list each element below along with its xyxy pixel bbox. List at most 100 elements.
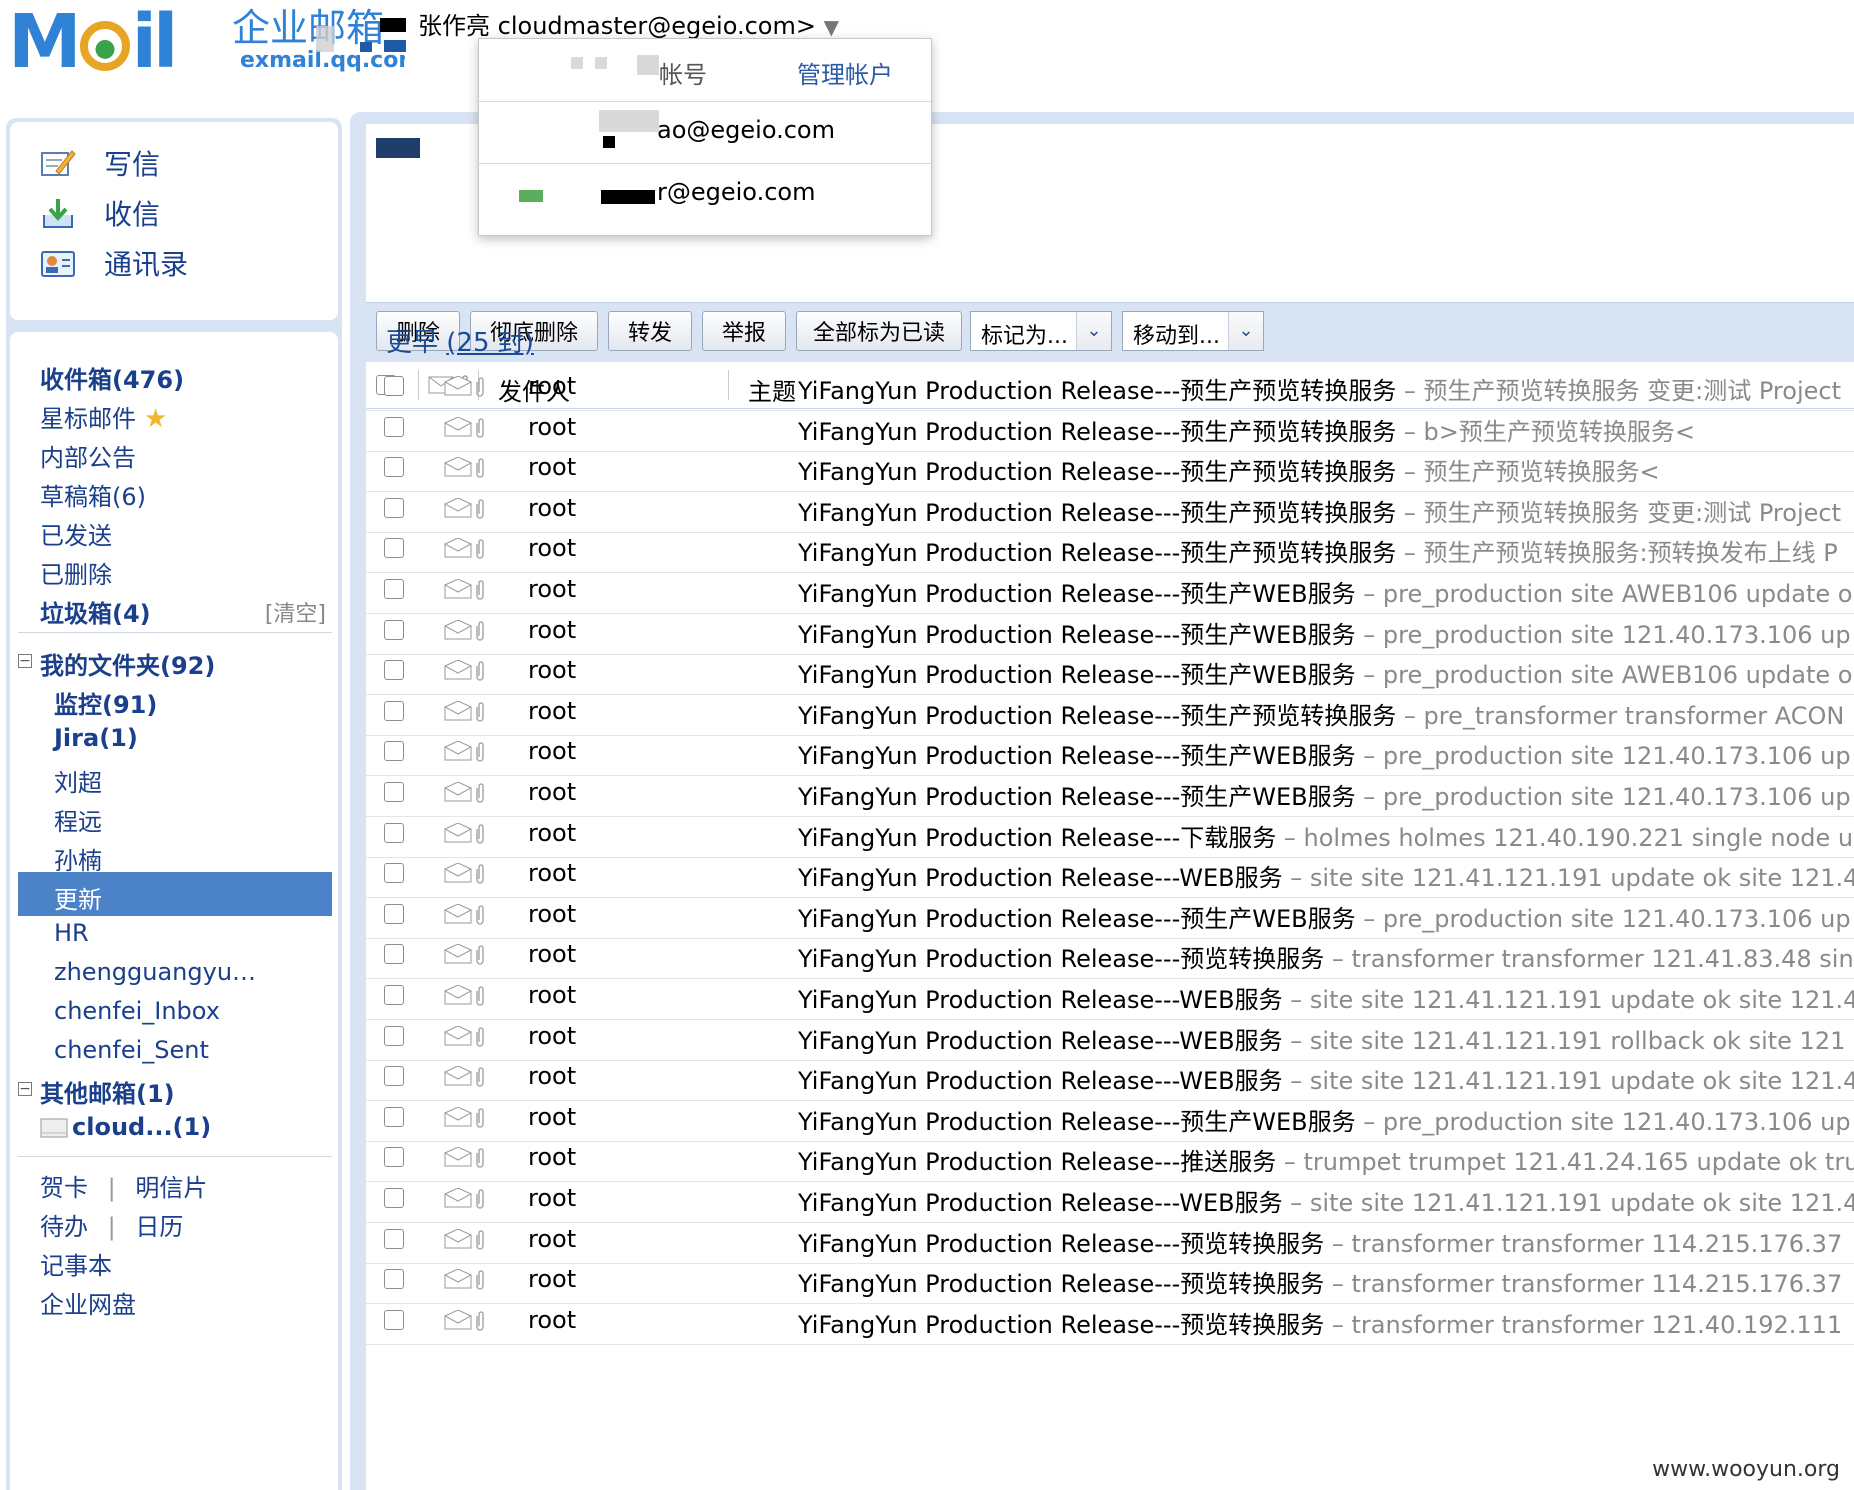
folder-my-folders[interactable]: 我的文件夹(92) bbox=[40, 646, 215, 681]
row-checkbox[interactable] bbox=[384, 700, 404, 721]
collapse-my-folders-toggle[interactable]: − bbox=[18, 654, 32, 668]
row-checkbox[interactable] bbox=[384, 497, 404, 518]
row-subject[interactable]: YiFangYun Production Release---推送服务 – tr… bbox=[798, 1142, 1854, 1177]
report-spam-button[interactable]: 举报 bbox=[702, 311, 786, 351]
mark-all-read-button[interactable]: 全部标为已读 bbox=[796, 311, 962, 351]
row-subject[interactable]: YiFangYun Production Release---预览转换服务 – … bbox=[798, 1264, 1842, 1299]
row-subject[interactable]: YiFangYun Production Release---WEB服务 – s… bbox=[798, 980, 1854, 1015]
row-checkbox[interactable] bbox=[384, 782, 404, 802]
folder-cloud-mailbox[interactable]: cloud...(1) bbox=[40, 1113, 211, 1141]
row-subject[interactable]: YiFangYun Production Release---WEB服务 – s… bbox=[798, 858, 1854, 893]
move-to-select[interactable]: 移动到... ⌄ bbox=[1122, 311, 1264, 351]
row-subject[interactable]: YiFangYun Production Release---预生产WEB服务 … bbox=[798, 736, 1851, 771]
folder-spam[interactable]: 垃圾箱(4) bbox=[40, 594, 151, 629]
postcard-link[interactable]: 明信片 bbox=[135, 1174, 207, 1202]
account-row-2[interactable]: ao@egeio.com bbox=[479, 101, 931, 162]
folder-liuchao[interactable]: 刘超 bbox=[54, 763, 102, 798]
row-checkbox[interactable] bbox=[384, 1106, 404, 1127]
greeting-card-link[interactable]: 贺卡 bbox=[40, 1174, 88, 1202]
row-subject[interactable]: YiFangYun Production Release---WEB服务 – s… bbox=[798, 1061, 1854, 1096]
mark-as-select[interactable]: 标记为... ⌄ bbox=[970, 311, 1112, 351]
folder-jira[interactable]: Jira(1) bbox=[54, 724, 138, 752]
account-row-current[interactable]: 帐号 管理帐户 bbox=[479, 39, 931, 99]
row-subject-text: YiFangYun Production Release---预生产WEB服务 bbox=[798, 742, 1356, 771]
forward-button[interactable]: 转发 bbox=[608, 311, 692, 351]
folder-zhengguangyu[interactable]: zhengguangyu… bbox=[54, 958, 256, 986]
notes-link[interactable]: 记事本 bbox=[40, 1246, 112, 1281]
row-checkbox[interactable] bbox=[384, 1066, 404, 1087]
row-subject[interactable]: YiFangYun Production Release---预生产预览转换服务… bbox=[798, 533, 1838, 568]
todo-link[interactable]: 待办 bbox=[40, 1213, 88, 1241]
folder-starred[interactable]: 星标邮件 ★ bbox=[40, 399, 167, 434]
account-label: 帐号 bbox=[659, 61, 707, 89]
manage-account-link[interactable]: 管理帐户 bbox=[797, 55, 893, 90]
row-subject[interactable]: YiFangYun Production Release---下载服务 – ho… bbox=[798, 818, 1853, 853]
row-subject[interactable]: YiFangYun Production Release---预生产预览转换服务… bbox=[798, 412, 1695, 447]
row-checkbox[interactable] bbox=[384, 903, 404, 924]
folder-drafts[interactable]: 草稿箱(6) bbox=[40, 477, 146, 512]
clear-spam-link[interactable]: [清空] bbox=[265, 596, 326, 628]
row-subject[interactable]: YiFangYun Production Release---预生产预览转换服务… bbox=[798, 696, 1844, 731]
group-count-link[interactable]: (25 封) bbox=[446, 328, 534, 358]
row-checkbox[interactable] bbox=[384, 457, 404, 478]
folder-deleted[interactable]: 已删除 bbox=[40, 555, 112, 590]
row-subject-text: YiFangYun Production Release---预生产预览转换服务 bbox=[798, 377, 1397, 405]
table-row[interactable]: root YiFangYun Production Release---预览转换服… bbox=[366, 1296, 1854, 1345]
exmail-logo[interactable]: Mil 企业邮箱 exmail.qq.com bbox=[8, 2, 405, 82]
folder-notice[interactable]: 内部公告 bbox=[40, 438, 136, 473]
row-subject[interactable]: YiFangYun Production Release---预生产预览转换服务… bbox=[798, 493, 1841, 528]
account-row-3[interactable]: r@egeio.com bbox=[479, 163, 931, 224]
row-checkbox[interactable] bbox=[384, 1025, 404, 1046]
group-label: 更早 bbox=[386, 328, 439, 358]
folder-sunnan[interactable]: 孙楠 bbox=[54, 841, 102, 876]
row-checkbox[interactable] bbox=[384, 416, 404, 437]
row-checkbox[interactable] bbox=[384, 741, 404, 762]
contacts-button[interactable]: 通讯录 bbox=[40, 238, 188, 288]
row-subject[interactable]: YiFangYun Production Release---预生产预览转换服务… bbox=[798, 371, 1841, 406]
dropdown-arrow-icon[interactable]: ▼ bbox=[824, 15, 839, 39]
row-subject[interactable]: YiFangYun Production Release---WEB服务 – s… bbox=[798, 1183, 1854, 1218]
row-subject[interactable]: YiFangYun Production Release---WEB服务 – s… bbox=[798, 1021, 1845, 1056]
folder-chengyuan[interactable]: 程远 bbox=[54, 802, 102, 837]
row-subject[interactable]: YiFangYun Production Release---预览转换服务 – … bbox=[798, 1305, 1842, 1340]
row-checkbox[interactable] bbox=[384, 579, 404, 599]
user-account-switcher[interactable]: 张作亮 cloudmaster@egeio.com> ▼ bbox=[418, 6, 839, 41]
row-checkbox[interactable] bbox=[384, 619, 404, 640]
folder-hr[interactable]: HR bbox=[54, 919, 89, 947]
collapse-other-mailbox-toggle[interactable]: − bbox=[18, 1082, 32, 1096]
folder-chenfei-inbox[interactable]: chenfei_Inbox bbox=[54, 997, 220, 1025]
row-sender: root bbox=[528, 372, 577, 400]
folder-gengxin-selected[interactable]: 更新 bbox=[18, 872, 332, 916]
compose-button[interactable]: 写信 bbox=[40, 138, 160, 188]
row-checkbox[interactable] bbox=[384, 944, 404, 965]
row-subject[interactable]: YiFangYun Production Release---预览转换服务 – … bbox=[798, 939, 1854, 974]
row-checkbox[interactable] bbox=[384, 1309, 404, 1330]
row-subject[interactable]: YiFangYun Production Release---预生产WEB服务 … bbox=[798, 615, 1851, 650]
row-sender: root bbox=[528, 859, 577, 888]
row-checkbox[interactable] bbox=[384, 1188, 404, 1208]
netdisk-link[interactable]: 企业网盘 bbox=[40, 1285, 136, 1320]
row-subject[interactable]: YiFangYun Production Release---预生产预览转换服务… bbox=[798, 452, 1660, 487]
row-checkbox[interactable] bbox=[384, 985, 404, 1005]
calendar-link[interactable]: 日历 bbox=[135, 1213, 183, 1241]
row-checkbox[interactable] bbox=[384, 376, 404, 396]
row-subject[interactable]: YiFangYun Production Release---预生产WEB服务 … bbox=[798, 1102, 1851, 1137]
row-subject[interactable]: YiFangYun Production Release---预生产WEB服务 … bbox=[798, 777, 1851, 812]
row-checkbox[interactable] bbox=[384, 863, 404, 884]
row-checkbox[interactable] bbox=[384, 1147, 404, 1168]
folder-sent[interactable]: 已发送 bbox=[40, 516, 112, 551]
folder-chenfei-sent[interactable]: chenfei_Sent bbox=[54, 1036, 209, 1064]
folder-other-mailboxes[interactable]: 其他邮箱(1) bbox=[40, 1074, 175, 1109]
row-checkbox[interactable] bbox=[384, 660, 404, 681]
folder-jiankong[interactable]: 监控(91) bbox=[54, 685, 157, 720]
row-subject[interactable]: YiFangYun Production Release---预生产WEB服务 … bbox=[798, 574, 1854, 609]
row-checkbox[interactable] bbox=[384, 1269, 404, 1290]
row-subject[interactable]: YiFangYun Production Release---预览转换服务 – … bbox=[798, 1224, 1842, 1259]
row-subject[interactable]: YiFangYun Production Release---预生产WEB服务 … bbox=[798, 899, 1851, 934]
row-subject[interactable]: YiFangYun Production Release---预生产WEB服务 … bbox=[798, 655, 1854, 690]
row-checkbox[interactable] bbox=[384, 538, 404, 559]
row-checkbox[interactable] bbox=[384, 822, 404, 843]
folder-inbox[interactable]: 收件箱(476) bbox=[40, 360, 184, 395]
row-checkbox[interactable] bbox=[384, 1228, 404, 1249]
receive-button[interactable]: 收信 bbox=[40, 188, 160, 238]
